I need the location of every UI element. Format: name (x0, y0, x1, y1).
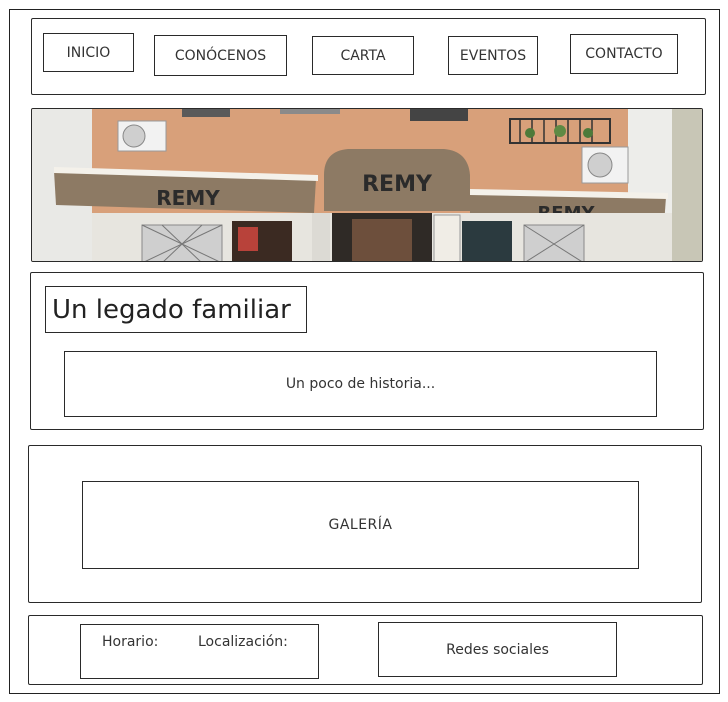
nav-conocenos-button[interactable]: CONÓCENOS (154, 35, 287, 76)
sign-left: REMY (156, 186, 220, 210)
nav-carta-button[interactable]: CARTA (312, 36, 414, 75)
schedule-label: Horario: (102, 634, 159, 650)
hero-image: REMY REMY REMY (31, 108, 703, 262)
info-box: Horario: Localización: (80, 624, 319, 679)
nav-contacto-button[interactable]: CONTACTO (570, 34, 678, 74)
location-label: Localización: (198, 634, 288, 650)
social-button[interactable]: Redes sociales (378, 622, 617, 677)
storefront-illustration: REMY REMY REMY (32, 109, 702, 261)
nav-inicio-button[interactable]: INICIO (43, 33, 134, 72)
history-button[interactable]: Un poco de historia... (64, 351, 657, 417)
nav-eventos-button[interactable]: EVENTOS (448, 36, 538, 75)
sign-center: REMY (362, 172, 433, 197)
gallery-button[interactable]: GALERÍA (82, 481, 639, 569)
about-title: Un legado familiar (45, 286, 307, 333)
